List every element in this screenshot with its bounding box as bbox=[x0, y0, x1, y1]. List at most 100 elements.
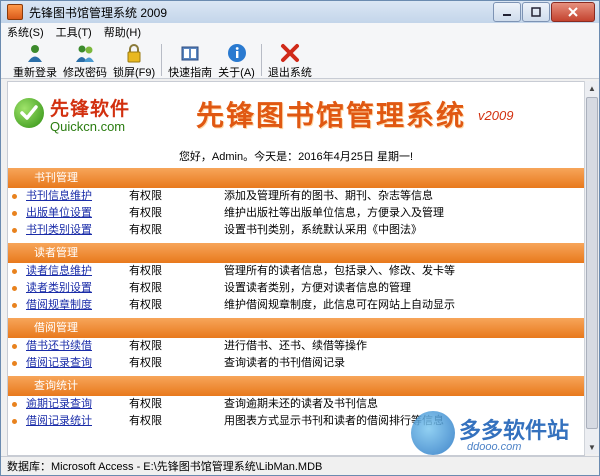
main-window: 先锋图书馆管理系统 2009 系统(S) 工具(T) 帮助(H) 重新登录 修改… bbox=[0, 0, 600, 476]
status-bar: 数据库：Microsoft Access - E:\先锋图书馆管理系统\LibM… bbox=[1, 456, 599, 475]
window-controls bbox=[492, 2, 595, 22]
description-text: 维护借阅规章制度，此信息可在网站上自动显示 bbox=[224, 299, 455, 311]
function-link[interactable]: 借书还书续借 bbox=[26, 338, 92, 355]
close-icon bbox=[568, 7, 578, 17]
permission-text: 有权限 bbox=[129, 415, 162, 427]
app-icon bbox=[7, 4, 23, 20]
description-text: 进行借书、还书、续借等操作 bbox=[224, 340, 367, 352]
about-button[interactable]: 关于(A) bbox=[218, 43, 255, 80]
bullet-icon bbox=[12, 286, 17, 291]
menu-bar: 系统(S) 工具(T) 帮助(H) bbox=[1, 23, 599, 42]
toolbar-separator bbox=[161, 44, 163, 76]
function-sections: 书刊管理 书刊信息维护 有权限 添加及管理所有的图书、期刊、杂志等信息 出版单位… bbox=[8, 164, 584, 430]
list-item: 读者信息维护 有权限 管理所有的读者信息，包括录入、修改、发卡等 bbox=[8, 263, 584, 280]
list-item: 借阅规章制度 有权限 维护借阅规章制度，此信息可在网站上自动显示 bbox=[8, 297, 584, 314]
description-text: 查询逾期未还的读者及书刊信息 bbox=[224, 398, 378, 410]
bullet-icon bbox=[12, 344, 17, 349]
checkmark-logo-icon bbox=[14, 98, 44, 128]
list-item: 逾期记录查询 有权限 查询逾期未还的读者及书刊信息 bbox=[8, 396, 584, 413]
bullet-icon bbox=[12, 419, 17, 424]
permission-text: 有权限 bbox=[129, 340, 162, 352]
maximize-button[interactable] bbox=[522, 2, 550, 22]
menu-tools[interactable]: 工具(T) bbox=[50, 24, 98, 40]
list-item: 借书还书续借 有权限 进行借书、还书、续借等操作 bbox=[8, 338, 584, 355]
bullet-icon bbox=[12, 269, 17, 274]
function-link[interactable]: 出版单位设置 bbox=[26, 205, 92, 222]
function-link[interactable]: 逾期记录查询 bbox=[26, 396, 92, 413]
description-text: 管理所有的读者信息，包括录入、修改、发卡等 bbox=[224, 265, 455, 277]
lock-screen-button[interactable]: 锁屏(F9) bbox=[113, 43, 155, 80]
list-item: 书刊信息维护 有权限 添加及管理所有的图书、期刊、杂志等信息 bbox=[8, 188, 584, 205]
list-item: 读者类别设置 有权限 设置读者类别，方便对读者信息的管理 bbox=[8, 280, 584, 297]
permission-text: 有权限 bbox=[129, 299, 162, 311]
toolbar: 重新登录 修改密码 锁屏(F9) 快速指南 关于(A) 退出系统 bbox=[1, 41, 599, 79]
section-header-statistics: 查询统计 bbox=[8, 376, 584, 396]
scroll-up-icon[interactable]: ▲ bbox=[585, 81, 599, 95]
bullet-icon bbox=[12, 361, 17, 366]
bullet-icon bbox=[12, 303, 17, 308]
main-content: 先锋软件 Quickcn.com 先锋图书馆管理系统 v2009 您好，Admi… bbox=[7, 81, 585, 456]
quick-guide-button[interactable]: 快速指南 bbox=[168, 43, 212, 80]
company-website: Quickcn.com bbox=[50, 119, 126, 134]
book-icon bbox=[180, 43, 200, 63]
function-link[interactable]: 读者信息维护 bbox=[26, 263, 92, 280]
scrollbar-thumb[interactable] bbox=[586, 97, 598, 429]
section-header-borrowing: 借阅管理 bbox=[8, 318, 584, 338]
list-item: 出版单位设置 有权限 维护出版社等出版单位信息，方便录入及管理 bbox=[8, 205, 584, 222]
section-header-books: 书刊管理 bbox=[8, 168, 584, 188]
bullet-icon bbox=[12, 211, 17, 216]
permission-text: 有权限 bbox=[129, 357, 162, 369]
window-title: 先锋图书馆管理系统 2009 bbox=[29, 5, 168, 20]
description-text: 设置书刊类别，系统默认采用《中图法》 bbox=[224, 224, 422, 236]
function-link[interactable]: 借阅记录统计 bbox=[26, 413, 92, 430]
description-text: 设置读者类别，方便对读者信息的管理 bbox=[224, 282, 411, 294]
section-header-readers: 读者管理 bbox=[8, 243, 584, 263]
description-text: 用图表方式显示书刊和读者的借阅排行等信息 bbox=[224, 415, 444, 427]
menu-help[interactable]: 帮助(H) bbox=[98, 24, 147, 40]
list-item: 书刊类别设置 有权限 设置书刊类别，系统默认采用《中图法》 bbox=[8, 222, 584, 239]
permission-text: 有权限 bbox=[129, 282, 162, 294]
bullet-icon bbox=[12, 402, 17, 407]
description-text: 添加及管理所有的图书、期刊、杂志等信息 bbox=[224, 190, 433, 202]
list-item: 借阅记录查询 有权限 查询读者的书刊借阅记录 bbox=[8, 355, 584, 372]
function-link[interactable]: 读者类别设置 bbox=[26, 280, 92, 297]
status-text: 数据库：Microsoft Access - E:\先锋图书馆管理系统\LibM… bbox=[7, 461, 323, 473]
exit-button[interactable]: 退出系统 bbox=[268, 43, 312, 80]
minimize-button[interactable] bbox=[493, 2, 521, 22]
lock-screen-label: 锁屏(F9) bbox=[113, 67, 156, 79]
info-icon bbox=[227, 43, 247, 63]
permission-text: 有权限 bbox=[129, 224, 162, 236]
user-icon bbox=[25, 43, 45, 63]
close-button[interactable] bbox=[551, 2, 595, 22]
function-link[interactable]: 借阅记录查询 bbox=[26, 355, 92, 372]
permission-text: 有权限 bbox=[129, 190, 162, 202]
function-link[interactable]: 书刊类别设置 bbox=[26, 222, 92, 239]
scroll-down-icon[interactable]: ▼ bbox=[585, 440, 599, 454]
permission-text: 有权限 bbox=[129, 265, 162, 277]
company-name: 先锋软件 bbox=[50, 99, 131, 120]
description-text: 维护出版社等出版单位信息，方便录入及管理 bbox=[224, 207, 444, 219]
app-title: 先锋图书馆管理系统 bbox=[196, 99, 467, 132]
description-text: 查询读者的书刊借阅记录 bbox=[224, 357, 345, 369]
header-banner: 先锋软件 Quickcn.com 先锋图书馆管理系统 v2009 bbox=[8, 82, 584, 144]
exit-label: 退出系统 bbox=[267, 67, 312, 79]
version-label: v2009 bbox=[478, 108, 514, 123]
permission-text: 有权限 bbox=[129, 398, 162, 410]
greeting-text: 您好，Admin。今天是：2016年4月25日 星期一! bbox=[178, 151, 414, 163]
toolbar-separator bbox=[260, 44, 262, 76]
bullet-icon bbox=[12, 228, 17, 233]
change-password-button[interactable]: 修改密码 bbox=[63, 43, 107, 80]
permission-text: 有权限 bbox=[129, 207, 162, 219]
function-link[interactable]: 书刊信息维护 bbox=[26, 188, 92, 205]
maximize-icon bbox=[531, 7, 541, 17]
exit-icon bbox=[280, 43, 300, 63]
relogin-button[interactable]: 重新登录 bbox=[13, 43, 57, 80]
menu-system[interactable]: 系统(S) bbox=[1, 24, 50, 40]
about-label: 关于(A) bbox=[218, 67, 255, 79]
users-icon bbox=[75, 43, 95, 63]
function-link[interactable]: 借阅规章制度 bbox=[26, 297, 92, 314]
list-item: 借阅记录统计 有权限 用图表方式显示书刊和读者的借阅排行等信息 bbox=[8, 413, 584, 430]
vertical-scrollbar[interactable]: ▲ ▼ bbox=[584, 81, 599, 454]
minimize-icon bbox=[503, 14, 511, 16]
title-bar[interactable]: 先锋图书馆管理系统 2009 bbox=[1, 1, 599, 23]
